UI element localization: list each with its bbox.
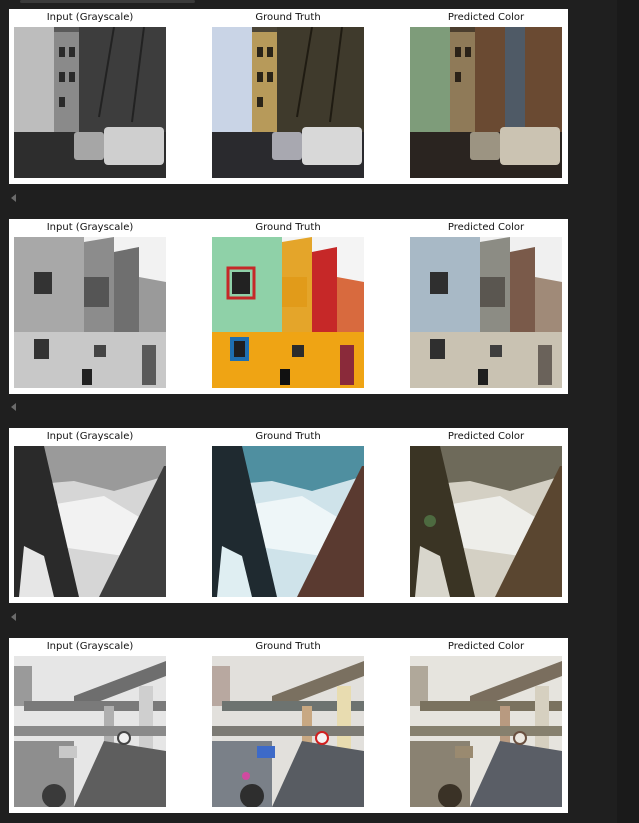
colorization-output-row-1: Input (Grayscale) Ground Truth Predicted… [9, 9, 568, 184]
panel-title-input: Input (Grayscale) [46, 12, 134, 23]
panel-title-input: Input (Grayscale) [46, 431, 134, 442]
panel-title-input: Input (Grayscale) [46, 641, 134, 652]
panel-title-predicted: Predicted Color [447, 431, 525, 442]
panel-title-ground-truth: Ground Truth [255, 222, 321, 233]
predicted-color-image [410, 656, 562, 807]
panel-title-predicted: Predicted Color [447, 641, 525, 652]
input-grayscale-image [14, 656, 166, 807]
panel-title-predicted: Predicted Color [447, 222, 525, 233]
panel-title-ground-truth: Ground Truth [255, 431, 321, 442]
collapse-output-arrow-icon[interactable] [11, 194, 16, 202]
colorization-output-row-2: Input (Grayscale) Ground Truth Predicted… [9, 219, 568, 394]
input-grayscale-image [14, 237, 166, 388]
input-grayscale-image [14, 446, 166, 597]
predicted-color-image [410, 446, 562, 597]
collapse-output-arrow-icon[interactable] [11, 403, 16, 411]
colorization-output-row-4: Input (Grayscale) Ground Truth Predicted… [9, 638, 568, 813]
panel-title-predicted: Predicted Color [447, 12, 525, 23]
panel-title-ground-truth: Ground Truth [255, 12, 321, 23]
predicted-color-image [410, 237, 562, 388]
colorization-output-row-3: Input (Grayscale) Ground Truth Predicted… [9, 428, 568, 603]
collapse-output-arrow-icon[interactable] [11, 613, 16, 621]
ground-truth-image [212, 27, 364, 178]
output-scrollbar[interactable] [20, 0, 195, 3]
scroll-gutter [617, 0, 639, 823]
panel-title-ground-truth: Ground Truth [255, 641, 321, 652]
ground-truth-image [212, 656, 364, 807]
ground-truth-image [212, 446, 364, 597]
predicted-color-image [410, 27, 562, 178]
ground-truth-image [212, 237, 364, 388]
panel-title-input: Input (Grayscale) [46, 222, 134, 233]
input-grayscale-image [14, 27, 166, 178]
